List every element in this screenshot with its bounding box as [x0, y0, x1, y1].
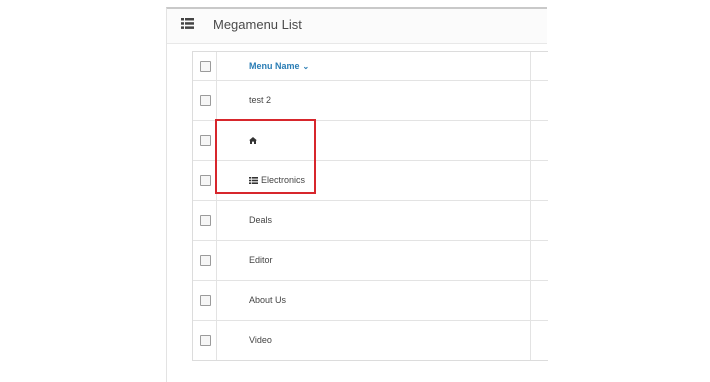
menu-name-header-label: Menu Name	[249, 61, 300, 71]
select-all-checkbox[interactable]	[200, 61, 211, 72]
table-row[interactable]: Electronics	[193, 160, 548, 200]
row-checkbox-cell	[193, 121, 217, 160]
table-header: Menu Name ⌄	[193, 52, 548, 80]
row-label	[249, 135, 260, 145]
row-checkbox[interactable]	[200, 335, 211, 346]
list-icon	[249, 177, 258, 185]
row-label: Deals	[249, 215, 273, 225]
row-checkbox-cell	[193, 321, 217, 360]
row-checkbox[interactable]	[200, 175, 211, 186]
table-row[interactable]: Editor	[193, 240, 548, 280]
row-checkbox[interactable]	[200, 135, 211, 146]
row-label: About Us	[249, 295, 287, 305]
row-label: Video	[249, 335, 272, 345]
row-label: Editor	[249, 255, 273, 265]
row-label: test 2	[249, 95, 272, 105]
row-name-cell: Deals	[217, 201, 531, 240]
page-title: Megamenu List	[213, 17, 302, 32]
row-name-cell: Editor	[217, 241, 531, 280]
row-checkbox[interactable]	[200, 255, 211, 266]
row-name-cell: Video	[217, 321, 531, 360]
row-checkbox-cell	[193, 161, 217, 200]
row-label: Electronics	[249, 175, 305, 185]
table-row[interactable]: Video	[193, 320, 548, 360]
header-name-cell: Menu Name ⌄	[217, 52, 531, 80]
row-checkbox[interactable]	[200, 95, 211, 106]
row-label-text: Electronics	[261, 175, 306, 185]
row-checkbox-cell	[193, 281, 217, 320]
table-row[interactable]	[193, 120, 548, 160]
row-checkbox-cell	[193, 81, 217, 120]
row-checkbox-cell	[193, 201, 217, 240]
row-checkbox[interactable]	[200, 215, 211, 226]
row-name-cell: Electronics	[217, 161, 531, 200]
row-name-cell: test 2	[217, 81, 531, 120]
row-name-cell: About Us	[217, 281, 531, 320]
header-checkbox-cell	[193, 52, 217, 80]
sort-menu-name-link[interactable]: Menu Name ⌄	[249, 61, 309, 71]
table-row[interactable]: Deals	[193, 200, 548, 240]
list-icon	[181, 18, 194, 29]
row-checkbox-cell	[193, 241, 217, 280]
row-name-cell	[217, 121, 531, 160]
home-icon	[249, 137, 257, 145]
row-checkbox[interactable]	[200, 295, 211, 306]
table-row[interactable]: test 2	[193, 80, 548, 120]
panel-heading: Megamenu List	[167, 9, 547, 44]
table-row[interactable]: About Us	[193, 280, 548, 320]
menu-table: Menu Name ⌄ test 2 Electronics Deals Edi…	[192, 51, 548, 361]
chevron-down-icon: ⌄	[302, 62, 310, 71]
megamenu-panel: Megamenu List Menu Name ⌄ test 2 Electro…	[166, 7, 548, 382]
